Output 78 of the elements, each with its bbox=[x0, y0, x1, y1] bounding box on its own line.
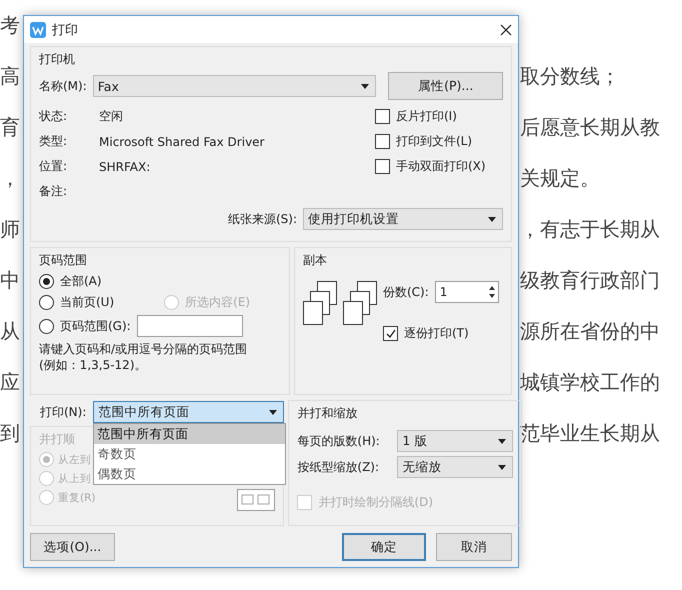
radio-button[interactable] bbox=[39, 295, 54, 310]
page-range-hint: 请键入页码和/或用逗号分隔的页码范围 (例如：1,3,5-12)。 bbox=[39, 341, 248, 373]
checkbox[interactable] bbox=[383, 326, 398, 341]
document-text: 源所在省份的中 bbox=[520, 320, 660, 342]
document-text: 育 bbox=[0, 116, 20, 138]
checkbox-label: 反片打印(I) bbox=[396, 108, 457, 125]
radio-label: 当前页(U) bbox=[60, 294, 114, 311]
document-text: 城镇学校工作的 bbox=[520, 372, 660, 394]
field-label: 按纸型缩放(Z): bbox=[297, 458, 380, 476]
info-value: 空闲 bbox=[99, 108, 123, 125]
document-text: ，有志于长期从 bbox=[520, 218, 660, 240]
checkbox-label: 并打时绘制分隔线(D) bbox=[318, 494, 433, 511]
checkbox-label: 逐份打印(T) bbox=[404, 325, 469, 342]
close-icon[interactable] bbox=[500, 24, 512, 36]
cancel-button[interactable]: 取消 bbox=[436, 533, 512, 561]
info-label: 类型: bbox=[39, 133, 68, 150]
caret-icon bbox=[498, 438, 506, 444]
radio-label: 所选内容(E) bbox=[185, 294, 250, 311]
checkbox[interactable] bbox=[375, 109, 390, 124]
group-title: 页码范围 bbox=[39, 252, 87, 269]
group-title: 打印机 bbox=[39, 51, 75, 68]
dropdown-option[interactable]: 范围中所有页面 bbox=[94, 424, 286, 444]
radio-label: 从上到 bbox=[58, 472, 91, 486]
radio-label: 全部(A) bbox=[60, 273, 102, 290]
caret-icon bbox=[269, 410, 278, 414]
info-label: 状态: bbox=[39, 108, 68, 125]
group-title: 并打和缩放 bbox=[297, 405, 358, 422]
info-value: SHRFAX: bbox=[99, 160, 150, 174]
window-title: 打印 bbox=[52, 22, 79, 38]
document-text: 高 bbox=[0, 66, 20, 88]
page-range-field[interactable] bbox=[136, 315, 243, 337]
document-text: 后愿意长期从教 bbox=[520, 116, 660, 138]
caret-icon bbox=[361, 84, 370, 88]
field-label: 打印(N): bbox=[40, 404, 86, 420]
info-value: Microsoft Shared Fax Driver bbox=[99, 134, 264, 148]
caret-icon bbox=[488, 216, 496, 222]
ok-button[interactable]: 确定 bbox=[342, 533, 426, 561]
radio-label: 从左到 bbox=[58, 452, 91, 466]
checkbox[interactable] bbox=[375, 134, 390, 149]
field-label: 份数(C): bbox=[383, 284, 429, 300]
radio-button[interactable] bbox=[39, 318, 54, 334]
field-label: 每页的版数(H): bbox=[297, 432, 381, 450]
copies-spinner[interactable]: 1 bbox=[434, 281, 499, 303]
radio-label: 重复(R) bbox=[58, 490, 96, 504]
document-text: 到 bbox=[0, 422, 20, 444]
document-text: 取分数线； bbox=[520, 66, 620, 88]
document-text: 级教育行政部门 bbox=[520, 270, 660, 292]
field-label: 纸张来源(S): bbox=[228, 210, 297, 228]
page-layout-icon bbox=[237, 489, 276, 511]
document-text: 范毕业生长期从 bbox=[520, 422, 660, 444]
zoom-select[interactable]: 无缩放 bbox=[397, 456, 514, 478]
field-label: 名称(M): bbox=[39, 78, 87, 94]
radio-button[interactable] bbox=[39, 274, 54, 289]
zoom-select[interactable]: 1 版 bbox=[397, 430, 514, 452]
group-title: 并打顺 bbox=[39, 431, 75, 448]
print-pages-select[interactable]: 范围中所有页面 bbox=[93, 401, 284, 423]
group-title: 副本 bbox=[303, 252, 327, 269]
document-text: 中 bbox=[0, 270, 20, 292]
document-text: 从 bbox=[0, 320, 20, 342]
document-text: 应 bbox=[0, 372, 20, 394]
radio-label: 页码范围(G): bbox=[60, 318, 131, 334]
checkbox[interactable] bbox=[375, 159, 390, 174]
document-text: 师 bbox=[0, 218, 20, 240]
document-text: 关规定。 bbox=[520, 168, 600, 190]
app-logo-icon bbox=[30, 22, 46, 38]
document-text: 考 bbox=[0, 14, 20, 36]
document-text: ， bbox=[0, 168, 20, 190]
properties-button[interactable]: 属性(P)... bbox=[388, 72, 503, 100]
info-label: 位置: bbox=[39, 158, 68, 175]
options-button[interactable]: 选项(O)... bbox=[30, 533, 115, 561]
info-label: 备注: bbox=[39, 183, 68, 200]
checkbox-label: 打印到文件(L) bbox=[396, 133, 472, 150]
printer-select[interactable]: Fax bbox=[92, 75, 376, 97]
page-stack-icon bbox=[343, 281, 377, 325]
caret-icon bbox=[498, 464, 506, 470]
checkbox-label: 手动双面打印(X) bbox=[396, 158, 486, 175]
paper-source-select[interactable]: 使用打印机设置 bbox=[303, 208, 503, 230]
page-stack-icon bbox=[303, 281, 337, 325]
